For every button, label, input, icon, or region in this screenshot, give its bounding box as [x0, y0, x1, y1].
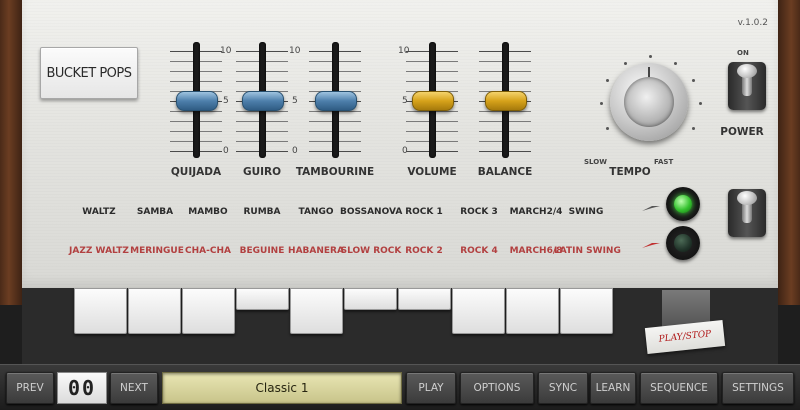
rhythm-mambo[interactable]: MAMBO: [183, 207, 233, 217]
settings-button[interactable]: SETTINGS: [722, 372, 794, 404]
row1-arrow-icon: [642, 206, 660, 211]
fader-handle[interactable]: [242, 91, 284, 111]
fader-label-balance: BALANCE: [477, 166, 533, 178]
tick-0: 0: [292, 146, 298, 156]
key-1[interactable]: [74, 288, 127, 334]
sync-button[interactable]: SYNC: [538, 372, 588, 404]
fader-handle[interactable]: [315, 91, 357, 111]
knob-center: [624, 77, 674, 127]
power-label: POWER: [720, 126, 764, 138]
key-10[interactable]: [560, 288, 613, 334]
sequence-button[interactable]: SEQUENCE: [640, 372, 718, 404]
tick-5: 5: [223, 96, 229, 106]
options-button[interactable]: OPTIONS: [460, 372, 534, 404]
key-7[interactable]: [398, 288, 451, 310]
fader-tambourine[interactable]: [307, 40, 363, 160]
version-label: v.1.0.2: [737, 18, 768, 28]
play-button[interactable]: PLAY: [406, 372, 456, 404]
rhythm-rumba[interactable]: RUMBA: [237, 207, 287, 217]
rhythm-swing[interactable]: SWING: [561, 207, 611, 217]
tempo-knob-area: [600, 55, 702, 155]
fader-handle[interactable]: [412, 91, 454, 111]
switch-knob: [737, 191, 757, 205]
rhythm-beguine[interactable]: BEGUINE: [235, 246, 289, 256]
preset-button[interactable]: BUCKET POPS: [40, 47, 138, 99]
tempo-label: TEMPO: [609, 166, 651, 178]
switch-knob: [737, 64, 757, 78]
bottom-toolbar: PREV 00 NEXT Classic 1 PLAY OPTIONS SYNC…: [0, 364, 800, 410]
fader-handle[interactable]: [485, 91, 527, 111]
pattern-counter: 00: [57, 372, 107, 404]
rhythm-habanera[interactable]: HABANERA: [287, 246, 345, 256]
fader-guiro[interactable]: [234, 40, 290, 160]
wood-side-left: [0, 0, 22, 305]
key-9[interactable]: [506, 288, 559, 334]
next-button[interactable]: NEXT: [110, 372, 158, 404]
tick-0: 0: [223, 146, 229, 156]
rhythm-jazz-waltz[interactable]: JAZZ WALTZ: [67, 246, 131, 256]
rhythm-latin-swing[interactable]: LATIN SWING: [554, 246, 621, 256]
row2-indicator-led: [666, 226, 700, 260]
tempo-knob[interactable]: [610, 63, 688, 141]
prev-button[interactable]: PREV: [6, 372, 54, 404]
fader-volume[interactable]: [404, 40, 460, 160]
key-4[interactable]: [236, 288, 289, 310]
rhythm-rock-4[interactable]: ROCK 4: [454, 246, 504, 256]
row1-indicator-led: [666, 187, 700, 221]
fader-quijada[interactable]: [168, 40, 224, 160]
power-on-label: ON: [737, 49, 749, 57]
rhythm-rock-3[interactable]: ROCK 3: [454, 207, 504, 217]
fader-balance[interactable]: [477, 40, 533, 160]
rhythm-tango[interactable]: TANGO: [291, 207, 341, 217]
rhythm-waltz[interactable]: WALTZ: [74, 207, 124, 217]
row-select-switch[interactable]: [728, 189, 766, 237]
rhythm-slow-rock[interactable]: SLOW ROCK: [340, 246, 402, 256]
rhythm-march-2-4[interactable]: MARCH2/4: [504, 207, 568, 217]
control-panel: v.1.0.2 BUCKET POPS 10 5 0 10 5 0 10 5 0…: [22, 0, 778, 290]
rhythm-cha-cha[interactable]: CHA-CHA: [183, 246, 233, 256]
key-6[interactable]: [344, 288, 397, 310]
key-2[interactable]: [128, 288, 181, 334]
fader-label-volume: VOLUME: [407, 166, 457, 178]
knob-indicator: [648, 67, 650, 77]
wood-side-right: [778, 0, 800, 305]
rhythm-rock-2[interactable]: ROCK 2: [399, 246, 449, 256]
key-3[interactable]: [182, 288, 235, 334]
row2-arrow-icon: [642, 243, 660, 248]
power-switch[interactable]: [728, 62, 766, 110]
fader-label-tambourine: TAMBOURINE: [295, 166, 375, 178]
tick-10: 10: [220, 46, 232, 56]
fader-label-guiro: GUIRO: [242, 166, 282, 178]
tempo-fast-label: FAST: [654, 158, 674, 166]
rhythm-meringue[interactable]: MERINGUE: [128, 246, 186, 256]
rhythm-samba[interactable]: SAMBA: [130, 207, 180, 217]
learn-button[interactable]: LEARN: [590, 372, 636, 404]
tick-10: 10: [289, 46, 301, 56]
tick-5: 5: [292, 96, 298, 106]
fader-handle[interactable]: [176, 91, 218, 111]
rhythm-rock-1[interactable]: ROCK 1: [399, 207, 449, 217]
rhythm-bossanova[interactable]: BOSSANOVA: [340, 207, 402, 217]
key-8[interactable]: [452, 288, 505, 334]
key-5[interactable]: [290, 288, 343, 334]
preset-display: Classic 1: [162, 372, 402, 404]
tempo-slow-label: SLOW: [584, 158, 607, 166]
